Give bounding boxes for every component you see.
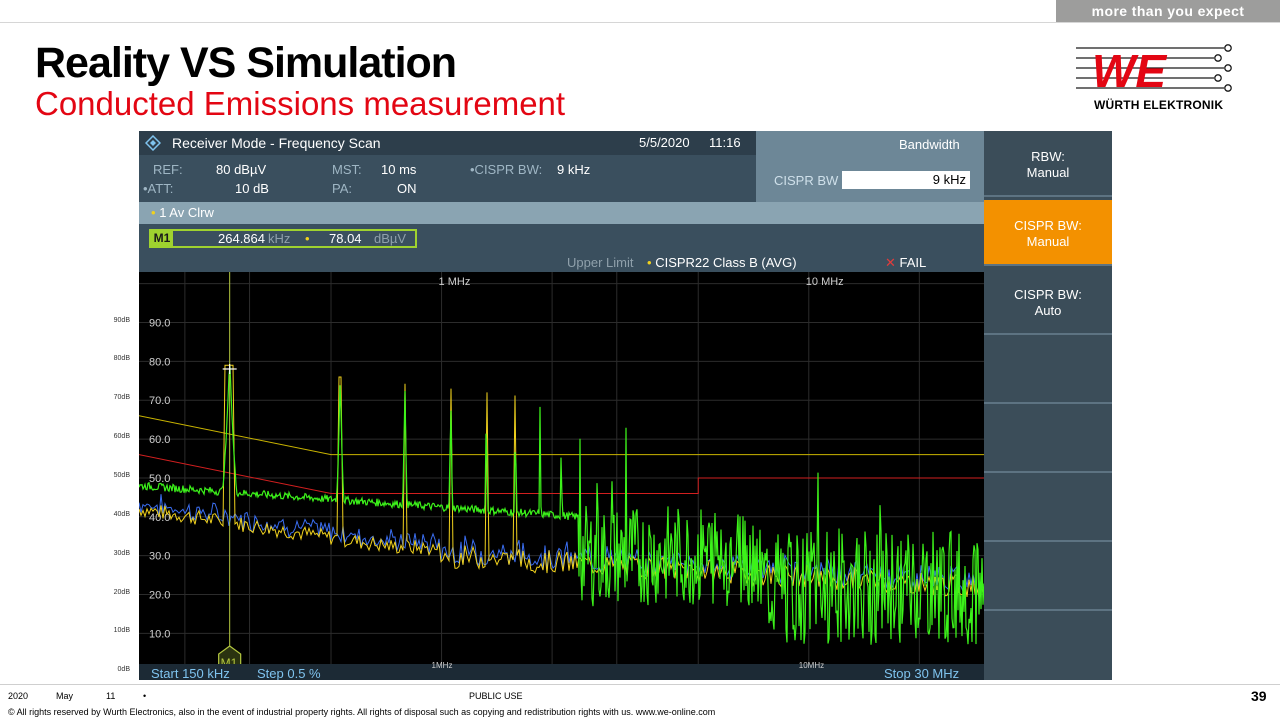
start-label: Start 150 kHz (151, 666, 230, 680)
stop-label: Stop 30 MHz (884, 666, 959, 680)
mst-label: MST: (332, 162, 362, 177)
footer-month: May (56, 691, 74, 701)
marker-level: 78.04 (329, 231, 362, 246)
marker-frequency: 264.864 (218, 231, 265, 246)
analyzer-time: 11:16 (709, 135, 741, 150)
y-tick-label: 20.0 (149, 590, 170, 602)
softkey-label: CISPR BW: (1014, 218, 1082, 233)
page-number: 39 (1251, 688, 1267, 704)
softkey-empty-4[interactable] (984, 545, 1112, 611)
softkey-empty-1[interactable] (984, 338, 1112, 404)
marker-level-unit: dBµV (374, 231, 407, 246)
limit-status: ✕ FAIL (885, 255, 927, 270)
receiver-mode-icon (145, 135, 161, 151)
step-label: Step 0.5 % (257, 666, 321, 680)
footer-classification: PUBLIC USE (469, 691, 523, 701)
logo-company-name: WÜRTH ELEKTRONIK (1094, 98, 1224, 112)
softkey-value: Manual (1026, 165, 1070, 180)
pa-label: PA: (332, 181, 352, 196)
marker-frequency-unit: kHz (268, 231, 291, 246)
softkey-empty-2[interactable] (984, 407, 1112, 473)
analyzer-date: 5/5/2020 (639, 135, 690, 150)
softkey-value: Auto (1034, 303, 1062, 318)
softkey-cispr-bw-auto[interactable]: CISPR BW: Auto (984, 269, 1112, 335)
footer-year: 2020 (8, 691, 29, 701)
cispr-bw-label: •CISPR BW: (470, 162, 543, 177)
softkey-empty-3[interactable] (984, 476, 1112, 542)
spectrum-svg: 90.080.070.060.050.040.030.020.010.01 MH… (139, 272, 985, 680)
marker-dot: • (305, 231, 310, 246)
slide-subtitle: Conducted Emissions measurement (35, 85, 566, 122)
bandwidth-panel: Bandwidth CISPR BW 9 kHz (756, 131, 984, 202)
svg-text:WE: WE (1092, 45, 1167, 97)
footer-divider (0, 684, 1280, 685)
limit-line (139, 415, 984, 456)
overlay-y-label: 50dB (113, 471, 130, 479)
bandwidth-field-label: CISPR BW (774, 173, 839, 188)
cispr-bw-value: 9 kHz (557, 162, 591, 177)
y-tick-label: 90.0 (149, 318, 170, 330)
pa-value: ON (397, 181, 417, 196)
y-tick-label: 10.0 (149, 628, 170, 640)
ref-value: 80 dBµV (216, 162, 267, 177)
y-tick-label: 70.0 (149, 395, 170, 407)
softkey-cispr-bw-manual[interactable]: CISPR BW: Manual (984, 200, 1112, 266)
y-tick-label: 60.0 (149, 434, 170, 446)
overlay-y-label: 10dB (113, 627, 130, 635)
slide-title: Reality VS Simulation (35, 39, 457, 87)
trace-info-row: • 1 Av Clrw (139, 202, 984, 224)
marker-name: M1 (151, 231, 173, 246)
overlay-y-label: 90dB (113, 316, 130, 324)
bottom-frequency-label: 1MHz (432, 661, 453, 670)
cispr-bw-input[interactable]: 9 kHz (842, 171, 970, 189)
trace-label: • 1 Av Clrw (151, 205, 214, 220)
marker-readout: M1 264.864 kHz • 78.04 dBµV (149, 229, 417, 248)
softkey-value: Manual (1026, 234, 1070, 249)
footer-day: 11 (106, 691, 116, 701)
softkey-panel: RBW: Manual CISPR BW: Manual CISPR BW: A… (984, 131, 1112, 680)
overlay-y-label: 30dB (113, 549, 130, 557)
overlay-y-label: 80dB (113, 355, 130, 363)
overlay-y-label: 40dB (113, 510, 130, 518)
att-label: •ATT: (143, 181, 174, 196)
bottom-frequency-label: 10MHz (799, 661, 824, 670)
footer-copyright: © All rights reserved by Wurth Electroni… (8, 707, 716, 717)
overlay-y-label: 0dB (117, 666, 130, 674)
overlay-y-label: 70dB (113, 394, 130, 402)
analyzer-mode: Receiver Mode - Frequency Scan (172, 135, 381, 151)
footer-bullet: • (143, 691, 147, 701)
analyzer-screenshot: Receiver Mode - Frequency Scan 5/5/2020 … (139, 131, 1112, 680)
softkey-rbw-manual[interactable]: RBW: Manual (984, 131, 1112, 197)
tagline-banner: more than you expect (1056, 0, 1280, 22)
mst-value: 10 ms (381, 162, 417, 177)
overlay-y-label: 20dB (113, 588, 130, 596)
bandwidth-title: Bandwidth (899, 137, 960, 152)
ref-label: REF: (153, 162, 183, 177)
overlay-y-label: 60dB (113, 433, 130, 441)
att-value: 10 dB (235, 181, 269, 196)
y-tick-label: 80.0 (149, 356, 170, 368)
softkey-label: CISPR BW: (1014, 287, 1082, 302)
top-divider (0, 22, 1280, 23)
measurement-trace (139, 366, 985, 645)
limit-name: • CISPR22 Class B (AVG) (647, 255, 797, 270)
x-tick-label: 10 MHz (806, 276, 844, 288)
limit-label: Upper Limit (567, 255, 634, 270)
y-tick-label: 30.0 (149, 551, 170, 563)
softkey-label: RBW: (1031, 149, 1065, 164)
spectrum-plot[interactable]: 90.0 80.0 70.0 60.0 50.0 40.0 30.0 20.0 10.0 1 MH… (139, 272, 985, 680)
x-tick-label: 1 MHz (439, 276, 471, 288)
